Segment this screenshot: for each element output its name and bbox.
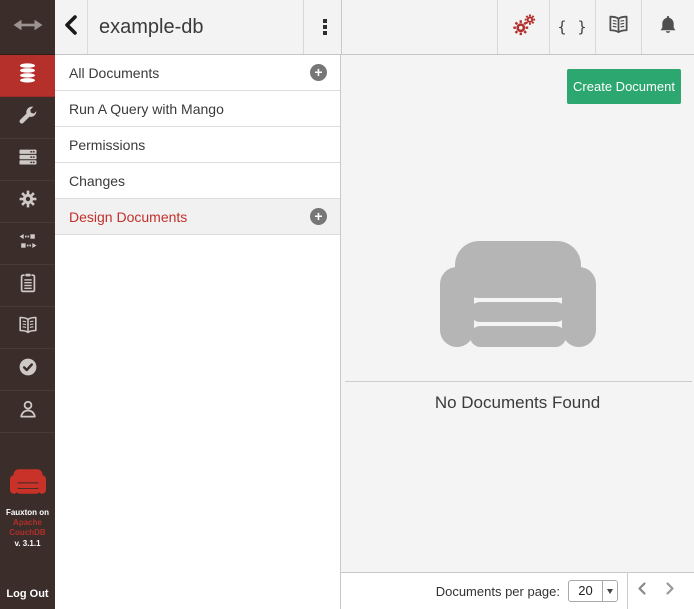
nav-item-label: Design Documents	[69, 209, 187, 225]
nav-item-permissions[interactable]: Permissions	[55, 127, 340, 163]
setup-wrench-icon	[16, 103, 40, 132]
kebab-dot	[323, 31, 326, 34]
sidebar-item-active-tasks[interactable]	[0, 139, 55, 181]
fauxton-app: Fauxton on Apache CouchDB v. 3.1.1 Log O…	[0, 0, 694, 609]
admin-party-button[interactable]	[497, 0, 549, 54]
nav-item-mango-query[interactable]: Run A Query with Mango	[55, 91, 340, 127]
db-options-kebab-button[interactable]	[311, 0, 339, 54]
sidebar-item-replication[interactable]	[0, 223, 55, 265]
top-header: example-db	[55, 0, 694, 55]
chevron-right-icon	[664, 581, 676, 601]
logo-prefix-text: Fauxton on	[0, 507, 55, 518]
logout-button[interactable]: Log Out	[0, 588, 55, 600]
back-button[interactable]	[55, 0, 88, 54]
pagination-footer: Documents per page: 20	[341, 572, 694, 609]
sidebar-item-setup[interactable]	[0, 97, 55, 139]
documentation-book-icon	[16, 313, 40, 342]
primary-sidebar: Fauxton on Apache CouchDB v. 3.1.1 Log O…	[0, 0, 55, 609]
select-dropdown-arrow-icon	[602, 581, 617, 601]
sidebar-collapse-button[interactable]	[0, 0, 55, 55]
notification-bell-icon	[656, 13, 680, 42]
clipboard-icon	[16, 271, 40, 300]
nav-item-label: All Documents	[69, 65, 159, 81]
documents-main-area: Create Document No Documents Found Docum…	[341, 55, 694, 609]
header-divider	[341, 0, 342, 54]
config-gear-icon	[16, 187, 40, 216]
json-api-button[interactable]: { }	[549, 0, 595, 54]
nav-item-label: Permissions	[69, 137, 145, 153]
per-page-select[interactable]: 20	[568, 580, 618, 602]
add-design-document-button[interactable]	[310, 208, 327, 225]
user-account-icon	[16, 397, 40, 426]
database-title: example-db	[99, 0, 204, 54]
fauxton-logo[interactable]: Fauxton on Apache CouchDB v. 3.1.1	[0, 469, 55, 549]
previous-page-button[interactable]	[628, 573, 656, 609]
back-chevron-icon	[63, 13, 79, 42]
apache-couchdb-link[interactable]: Apache CouchDB	[7, 518, 49, 538]
documentation-button[interactable]	[595, 0, 641, 54]
verify-check-icon	[16, 355, 40, 384]
documentation-book-icon	[606, 12, 631, 42]
database-icon	[15, 61, 40, 91]
nav-item-changes[interactable]: Changes	[55, 163, 340, 199]
per-page-value: 20	[569, 581, 602, 601]
database-nav-panel: All Documents Run A Query with Mango Per…	[55, 55, 341, 609]
per-page-label: Documents per page:	[436, 584, 560, 599]
next-page-button[interactable]	[656, 573, 684, 609]
nav-item-design-documents[interactable]: Design Documents	[55, 199, 340, 235]
nav-item-label: Run A Query with Mango	[69, 101, 224, 117]
gears-icon	[510, 11, 538, 44]
create-document-button[interactable]: Create Document	[567, 69, 681, 104]
version-text: v. 3.1.1	[0, 538, 55, 549]
empty-couch-illustration-icon	[440, 241, 596, 352]
json-braces-icon: { }	[557, 18, 587, 36]
header-divider	[303, 0, 304, 54]
sidebar-item-databases[interactable]	[0, 55, 55, 97]
sidebar-item-account[interactable]	[0, 391, 55, 433]
couchdb-couch-logo-icon	[0, 469, 55, 499]
nav-item-label: Changes	[69, 173, 125, 189]
sidebar-item-config[interactable]	[0, 181, 55, 223]
sidebar-item-verify[interactable]	[0, 349, 55, 391]
double-arrow-icon	[13, 18, 43, 37]
chevron-left-icon	[636, 581, 648, 601]
empty-state-divider	[345, 381, 692, 382]
active-tasks-icon	[16, 145, 40, 174]
empty-state-message: No Documents Found	[341, 393, 694, 413]
kebab-dot	[323, 25, 326, 28]
sidebar-item-documentation[interactable]	[0, 307, 55, 349]
add-document-button[interactable]	[310, 64, 327, 81]
replication-icon	[16, 229, 40, 258]
nav-item-all-documents[interactable]: All Documents	[55, 55, 340, 91]
sidebar-item-active-tasks-clipboard[interactable]	[0, 265, 55, 307]
notifications-button[interactable]	[641, 0, 694, 54]
kebab-dot	[323, 19, 326, 22]
